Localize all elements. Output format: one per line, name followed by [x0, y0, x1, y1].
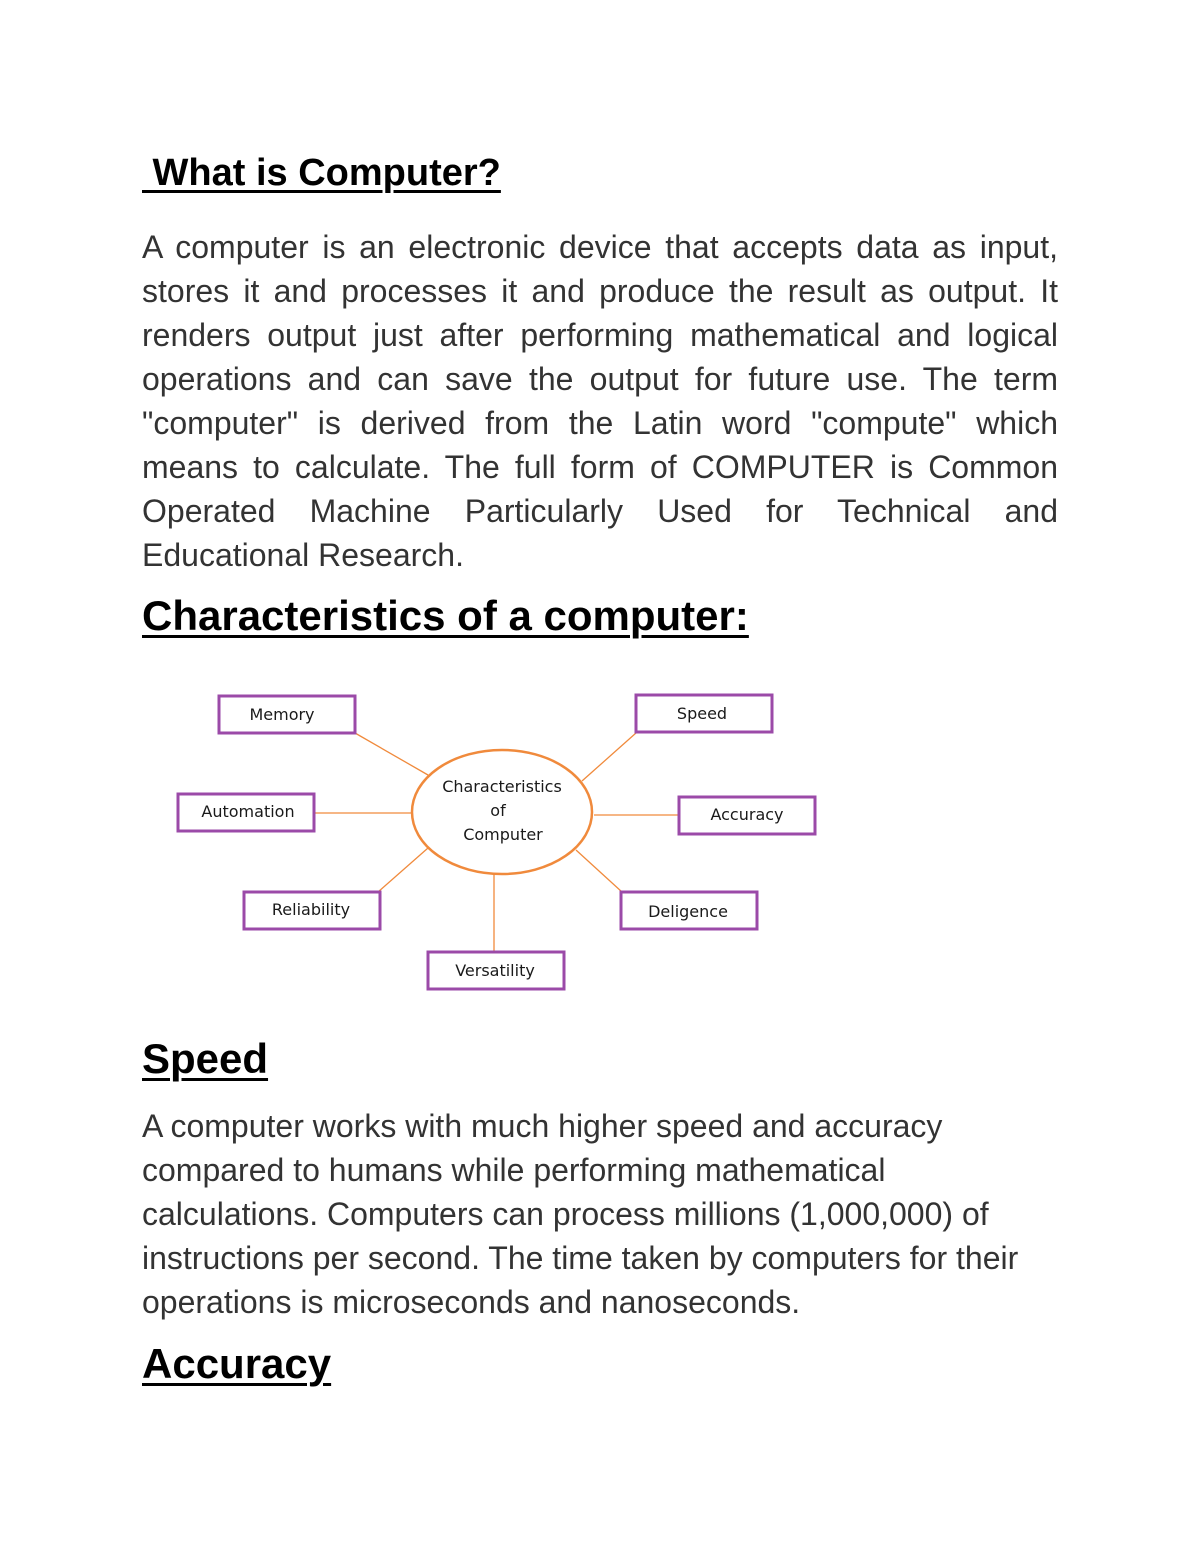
node-box-automation	[176, 792, 316, 833]
center-line-3: Computer	[463, 825, 543, 844]
node-speed: Speed	[677, 704, 727, 723]
node-box-speed	[634, 693, 774, 734]
node-reliability: Reliability	[272, 900, 350, 919]
speed-paragraph: A computer works with much higher speed …	[142, 1108, 1019, 1320]
node-deligence: Deligence	[648, 902, 728, 921]
node-versatility: Versatility	[455, 961, 535, 980]
speed-heading: Speed	[142, 1035, 269, 1082]
node-box-versatility	[426, 950, 566, 991]
connector-deligence	[575, 849, 623, 893]
characteristics-heading: Characteristics of a computer:	[142, 592, 749, 639]
connector-reliability	[377, 847, 429, 893]
center-line-1: Characteristics	[442, 777, 562, 796]
node-box-memory	[217, 694, 357, 735]
node-automation: Automation	[201, 802, 294, 821]
node-box-accuracy	[677, 795, 817, 836]
connectors	[315, 732, 678, 953]
page-title: What is Computer?	[142, 152, 501, 194]
center-ellipse	[410, 748, 594, 876]
connector-memory	[354, 732, 429, 776]
intro-paragraph: A computer is an electronic device that …	[142, 229, 1058, 573]
node-memory: Memory	[249, 705, 314, 724]
accuracy-heading: Accuracy	[142, 1340, 332, 1387]
center-line-2: of	[490, 801, 506, 820]
node-accuracy: Accuracy	[710, 805, 783, 824]
node-box-reliability	[242, 890, 382, 931]
node-box-deligence	[619, 890, 759, 931]
node-boxes	[176, 693, 817, 991]
connector-speed	[581, 732, 637, 782]
